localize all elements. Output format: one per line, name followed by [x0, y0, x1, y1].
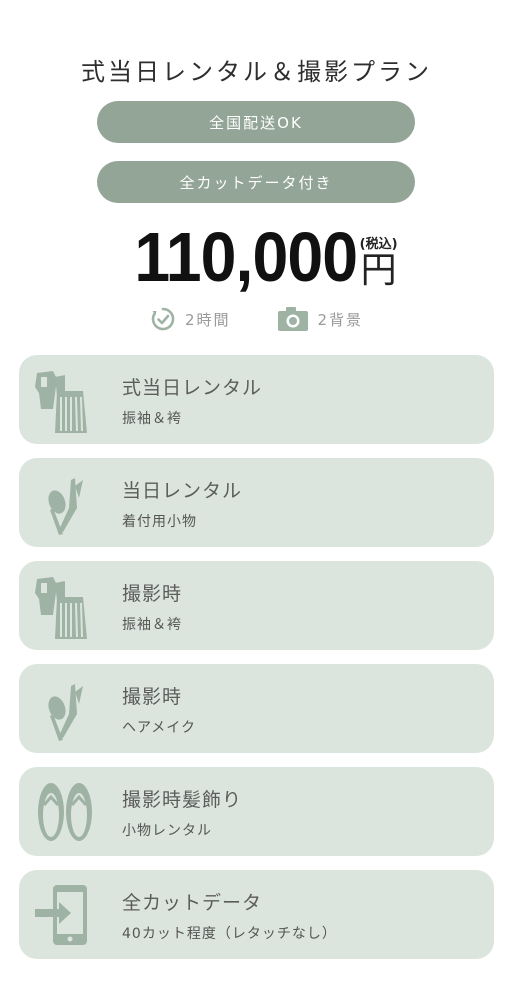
item-title: 撮影時: [122, 583, 183, 605]
plan-items: 式当日レンタル 振袖＆袴 当日レンタル 着付用小物 撮影時 振袖＆袴 撮影時 ヘ…: [19, 355, 494, 973]
price-unit: (税込) 円: [360, 238, 398, 290]
zori-sandals-icon: [38, 783, 92, 841]
duration-text: 2時間: [184, 310, 231, 329]
plan-item: 当日レンタル 着付用小物: [19, 458, 494, 547]
plan-title: 式当日レンタル＆撮影プラン: [81, 58, 432, 86]
item-subtitle: 40カット程度（レタッチなし）: [122, 926, 337, 942]
price-amount: 110,000: [134, 218, 359, 296]
accessories-icon: [48, 478, 83, 535]
background-info: 2背景: [277, 306, 364, 332]
camera-icon: [277, 307, 308, 331]
kimono-hakama-icon: [35, 577, 87, 639]
item-title: 撮影時髪飾り: [122, 789, 243, 811]
data-transfer-icon: [35, 885, 87, 945]
kimono-hakama-icon: [35, 371, 87, 433]
currency-label: 円: [360, 250, 397, 291]
shipping-badge: 全国配送OK: [97, 101, 415, 143]
item-subtitle: ヘアメイク: [122, 720, 197, 736]
item-subtitle: 着付用小物: [122, 514, 197, 530]
item-subtitle: 振袖＆袴: [122, 411, 182, 427]
price-block: 110,000 (税込) 円: [0, 222, 513, 292]
plan-item: 全カットデータ 40カット程度（レタッチなし）: [19, 870, 494, 959]
backgrounds-text: 2背景: [317, 310, 364, 329]
plan-item: 撮影時 ヘアメイク: [19, 664, 494, 753]
item-subtitle: 振袖＆袴: [122, 617, 182, 633]
timer-icon: [151, 307, 175, 331]
plan-item: 撮影時 振袖＆袴: [19, 561, 494, 650]
item-title: 全カットデータ: [122, 892, 263, 914]
plan-item: 式当日レンタル 振袖＆袴: [19, 355, 494, 444]
item-title: 式当日レンタル: [122, 377, 263, 399]
item-subtitle: 小物レンタル: [122, 823, 212, 839]
plan-meta: 2時間 2背景: [0, 306, 513, 332]
item-title: 撮影時: [122, 686, 183, 708]
data-badge: 全カットデータ付き: [97, 161, 415, 203]
duration-info: 2時間: [150, 306, 231, 332]
makeup-brush-icon: [48, 684, 83, 741]
plan-item: 撮影時髪飾り 小物レンタル: [19, 767, 494, 856]
item-title: 当日レンタル: [122, 480, 243, 502]
